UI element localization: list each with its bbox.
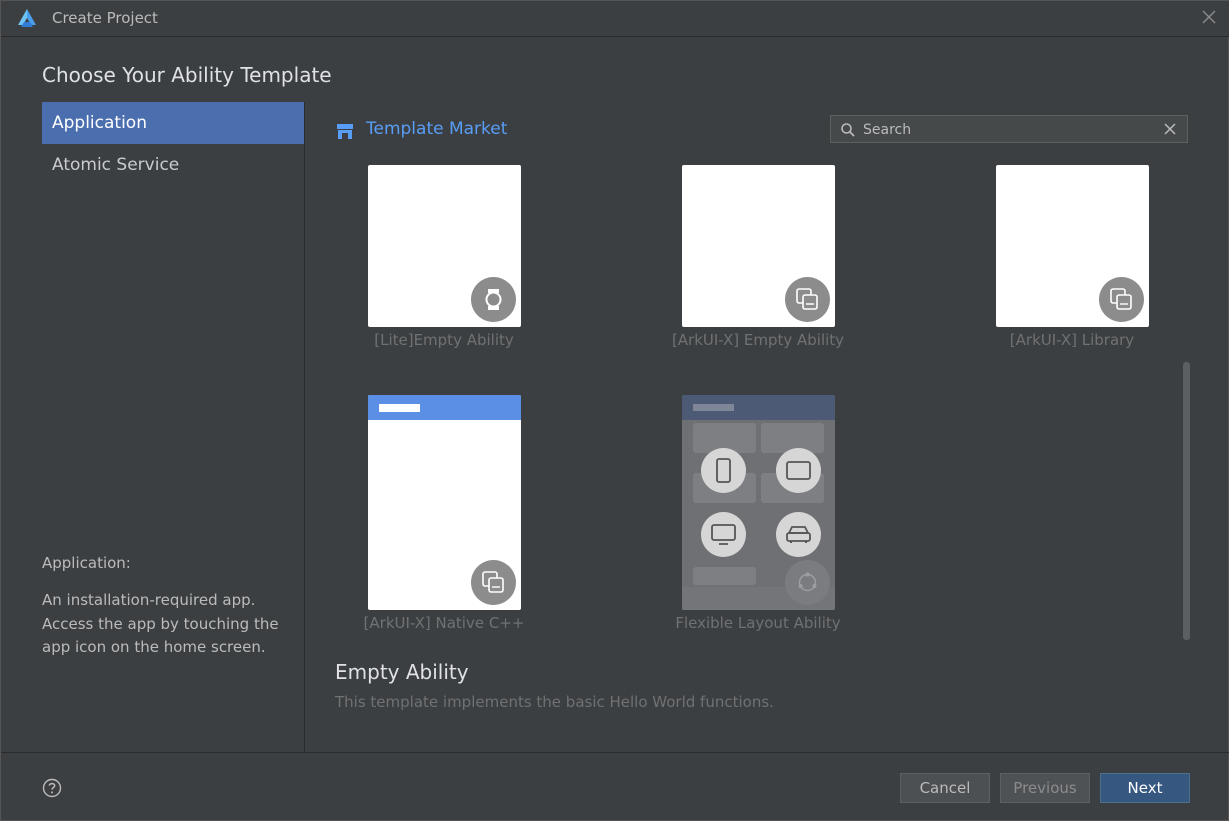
template-thumbnail xyxy=(682,395,835,610)
template-label: [Lite]Empty Ability xyxy=(374,331,514,349)
next-button[interactable]: Next xyxy=(1100,773,1190,803)
multi-device-icon xyxy=(1099,277,1144,322)
multi-device-icon xyxy=(785,277,830,322)
template-grid-scrollbar[interactable] xyxy=(1183,362,1190,640)
watch-icon xyxy=(471,277,516,322)
template-thumbnail xyxy=(682,165,835,327)
clear-search-icon[interactable] xyxy=(1163,122,1177,136)
create-project-dialog: Create Project Choose Your Ability Templ… xyxy=(0,0,1229,821)
category-description-title: Application: xyxy=(42,554,131,572)
selected-template-description: This template implements the basic Hello… xyxy=(335,693,774,711)
selected-template-title: Empty Ability xyxy=(335,660,469,684)
multi-device-icon xyxy=(471,560,516,605)
store-icon xyxy=(337,124,353,139)
template-grid: [Lite]Empty Ability [ArkUI-X] Empty Abil… xyxy=(305,165,1181,645)
devices-icon xyxy=(785,560,830,605)
cancel-button[interactable]: Cancel xyxy=(900,773,990,803)
title-bar: Create Project xyxy=(1,1,1229,37)
search-icon xyxy=(841,123,855,137)
search-box[interactable] xyxy=(830,115,1188,143)
template-market-label[interactable]: Template Market xyxy=(366,119,507,139)
template-label: [ArkUI-X] Native C++ xyxy=(363,614,525,632)
template-label: Flexible Layout Ability xyxy=(675,614,841,632)
category-description-text: An installation-required app. Access the… xyxy=(42,591,279,656)
tablet-icon xyxy=(776,448,821,493)
app-logo-icon xyxy=(18,9,36,27)
footer-divider xyxy=(1,752,1229,753)
search-input[interactable] xyxy=(861,118,1155,142)
close-icon[interactable] xyxy=(1200,8,1218,26)
template-thumbnail xyxy=(368,165,521,327)
thumbnail-header xyxy=(368,395,521,420)
page-title: Choose Your Ability Template xyxy=(42,63,332,87)
template-label: [ArkUI-X] Empty Ability xyxy=(671,331,845,349)
phone-icon xyxy=(701,448,746,493)
category-sidebar: Application Atomic Service xyxy=(42,102,304,186)
sidebar-item-atomic-service[interactable]: Atomic Service xyxy=(42,144,304,186)
tv-icon xyxy=(701,512,746,557)
car-icon xyxy=(776,512,821,557)
window-title: Create Project xyxy=(52,9,158,27)
template-label: [ArkUI-X] Library xyxy=(1009,331,1135,349)
template-thumbnail xyxy=(996,165,1149,327)
previous-button[interactable]: Previous xyxy=(1000,773,1090,803)
template-thumbnail xyxy=(368,395,521,610)
sidebar-item-application[interactable]: Application xyxy=(42,102,304,144)
help-icon[interactable] xyxy=(42,778,62,798)
